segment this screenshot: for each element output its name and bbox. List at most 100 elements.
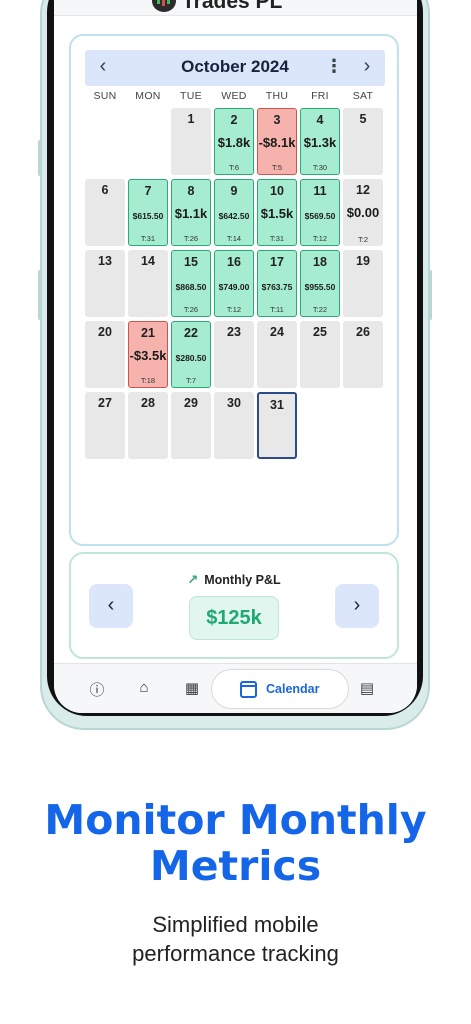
day-trade-count: T:14 [226, 234, 242, 243]
calendar-day-cell[interactable]: 24 [257, 321, 297, 388]
day-trade-count: T:12 [226, 305, 242, 314]
day-number: 7 [144, 184, 152, 198]
day-number: 25 [313, 325, 327, 339]
day-trade-count: T:22 [312, 305, 328, 314]
day-number: 26 [356, 325, 370, 339]
day-number: 3 [273, 113, 281, 127]
day-number: 2 [230, 113, 238, 127]
calendar-day-cell[interactable]: 27 [85, 392, 125, 459]
calendar-card: ‹ October 2024 ⋮ › SUN MON TUE WED THU F… [69, 34, 399, 546]
next-month-button[interactable]: › [355, 55, 379, 78]
day-number: 24 [270, 325, 284, 339]
day-pnl: $615.50 [132, 211, 164, 221]
weekday-label: SUN [93, 90, 117, 102]
weekday-label: FRI [311, 90, 329, 102]
calendar-day-cell[interactable]: 5 [343, 108, 383, 175]
calendar-day-cell[interactable]: 12 $0.00 T:2 [343, 179, 383, 246]
day-number: 6 [101, 183, 109, 197]
calendar-day-cell[interactable]: 21 -$3.5k T:18 [128, 321, 168, 388]
marketing-headline: Monitor Monthly Metrics [0, 797, 471, 889]
calendar-day-cell[interactable]: 8 $1.1k T:26 [171, 179, 211, 246]
day-pnl: $868.50 [175, 282, 207, 292]
calendar-day-cell[interactable]: 3 -$8.1k T:5 [257, 108, 297, 175]
calendar-day-cell[interactable]: 26 [343, 321, 383, 388]
calendar-day-cell[interactable]: 23 [214, 321, 254, 388]
day-pnl: $1.5k [260, 206, 294, 221]
calendar-day-cell[interactable]: 28 [128, 392, 168, 459]
phone-side-button [38, 270, 42, 320]
day-pnl: -$8.1k [258, 135, 296, 150]
calendar-day-cell[interactable]: 14 [128, 250, 168, 317]
day-number: 23 [227, 325, 241, 339]
home-icon[interactable]: ⌂ [134, 679, 154, 699]
day-number: 5 [359, 112, 367, 126]
calendar-day-cell[interactable]: 20 [85, 321, 125, 388]
calendar-day-cell[interactable]: 19 [343, 250, 383, 317]
day-trade-count: T:2 [357, 235, 368, 244]
day-number: 9 [230, 184, 238, 198]
more-options-icon[interactable]: ⋮ [325, 56, 343, 77]
app-header: Trades PL [54, 0, 417, 16]
trending-up-icon: ↗ [187, 572, 199, 587]
app-screen: Trades PL ‹ October 2024 ⋮ › SUN MON TUE… [54, 0, 417, 713]
day-number: 22 [184, 326, 198, 340]
calendar-day-cell[interactable]: 18 $955.50 T:22 [300, 250, 340, 317]
calendar-day-cell[interactable]: 6 [85, 179, 125, 246]
day-pnl: $1.8k [217, 135, 251, 150]
day-trade-count: T:26 [183, 234, 199, 243]
day-number: 17 [270, 255, 284, 269]
weekday-label: WED [221, 90, 247, 102]
monthly-pl-card: ‹ ↗ Monthly P&L $125k › [69, 552, 399, 659]
calendar-day-cell[interactable]: 22 $280.50 T:7 [171, 321, 211, 388]
calendar-day-cell[interactable]: 16 $749.00 T:12 [214, 250, 254, 317]
calendar-day-cell[interactable]: 1 [171, 108, 211, 175]
day-number: 13 [98, 254, 112, 268]
day-pnl: $1.1k [174, 206, 208, 221]
next-month-pl-button[interactable]: › [335, 584, 379, 628]
calendar-day-cell[interactable]: 30 [214, 392, 254, 459]
day-trade-count: T:7 [185, 376, 196, 385]
previous-month-pl-button[interactable]: ‹ [89, 584, 133, 628]
calendar-day-cell[interactable]: 7 $615.50 T:31 [128, 179, 168, 246]
bottom-navigation: ⓘ ⌂ ▦ Calendar ▤ [54, 663, 417, 713]
calendar-day-cell[interactable]: 25 [300, 321, 340, 388]
calendar-day-cell[interactable]: 2 $1.8k T:6 [214, 108, 254, 175]
day-trade-count: T:11 [270, 305, 284, 314]
calendar-day-cell[interactable]: 15 $868.50 T:26 [171, 250, 211, 317]
headline-line-2: Metrics [149, 842, 322, 890]
calendar-day-cell[interactable]: 17 $763.75 T:11 [257, 250, 297, 317]
day-number: 12 [356, 183, 370, 197]
weekday-label: SAT [352, 90, 374, 102]
nav-tab-calendar[interactable]: Calendar [211, 669, 349, 709]
day-number: 11 [313, 184, 327, 198]
day-number: 20 [98, 325, 112, 339]
day-trade-count: T:18 [140, 376, 156, 385]
info-icon[interactable]: ⓘ [87, 679, 107, 699]
calendar-header: ‹ October 2024 ⋮ › [85, 50, 385, 86]
day-number: 4 [316, 113, 324, 127]
calendar-day-cell[interactable]: 10 $1.5k T:31 [257, 179, 297, 246]
calculator-icon[interactable]: ▦ [182, 679, 202, 699]
calendar-day-cell[interactable]: 13 [85, 250, 125, 317]
monthly-pl-label: Monthly P&L [204, 573, 281, 587]
headline-line-1: Monitor Monthly [44, 796, 427, 844]
table-icon[interactable]: ▤ [357, 679, 377, 699]
day-trade-count: T:6 [228, 163, 239, 172]
calendar-day-cell[interactable]: 29 [171, 392, 211, 459]
day-pnl: $1.3k [303, 135, 337, 150]
day-number: 30 [227, 396, 241, 410]
day-pnl: $763.75 [261, 282, 293, 292]
day-number: 15 [184, 255, 198, 269]
calendar-day-cell[interactable]: 31 [257, 392, 297, 459]
calendar-day-cell[interactable]: 4 $1.3k T:30 [300, 108, 340, 175]
day-pnl: $955.50 [304, 282, 336, 292]
marketing-subtitle: Simplified mobile performance tracking [0, 910, 471, 968]
day-pnl: -$3.5k [129, 348, 167, 363]
day-number: 16 [227, 255, 241, 269]
calendar-day-cell[interactable]: 9 $642.50 T:14 [214, 179, 254, 246]
day-trade-count: T:12 [312, 234, 328, 243]
day-number: 14 [141, 254, 155, 268]
monthly-pl-value: $125k [189, 596, 279, 640]
calendar-day-cell[interactable]: 11 $569.50 T:12 [300, 179, 340, 246]
day-pnl: $642.50 [218, 211, 250, 221]
